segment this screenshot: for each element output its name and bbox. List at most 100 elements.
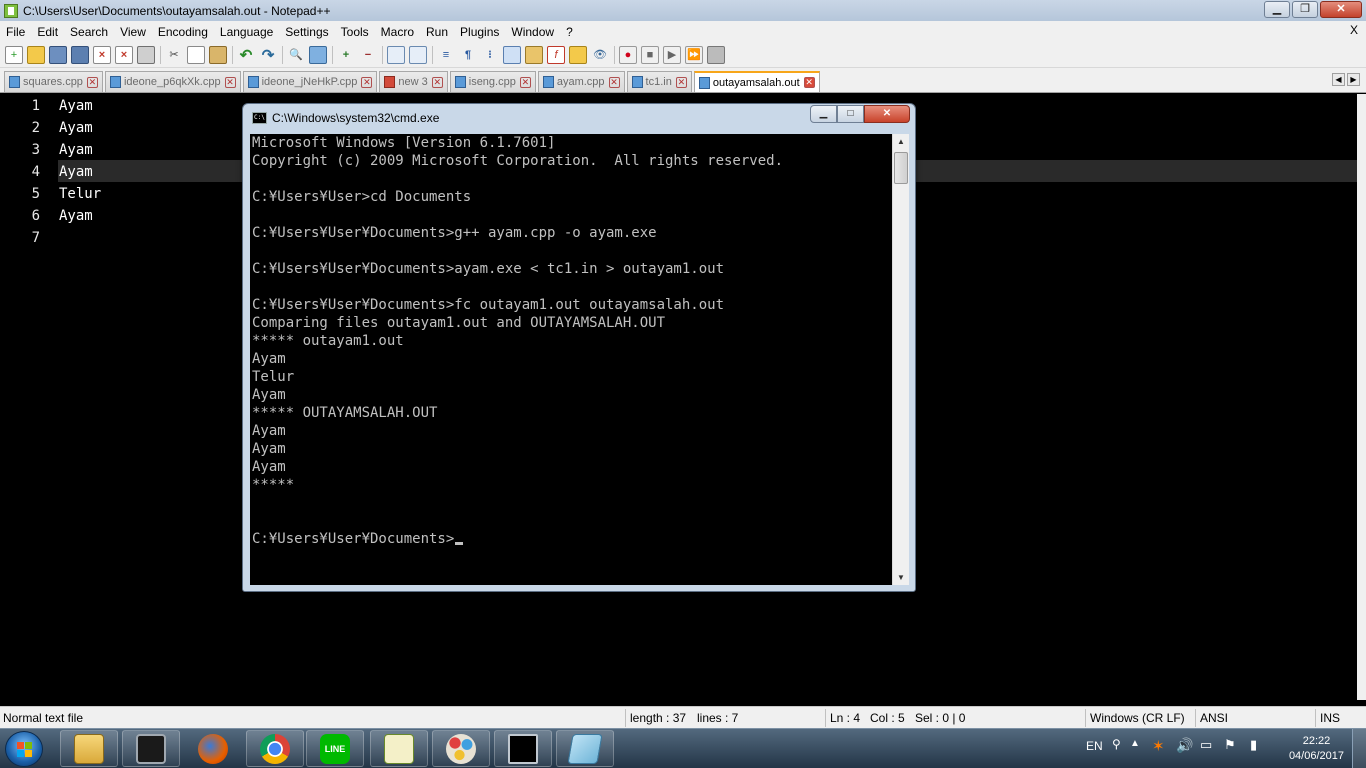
udl-icon[interactable] [503, 45, 521, 64]
menu-search[interactable]: Search [64, 25, 114, 39]
zoom-in-icon[interactable]: + [337, 46, 355, 64]
notepadpp-titlebar[interactable]: C:\Users\User\Documents\outayamsalah.out… [0, 0, 1366, 21]
tab-scroll-left-icon[interactable]: ◀ [1332, 73, 1345, 86]
editor-scrollbar[interactable] [1357, 94, 1366, 700]
scroll-up-icon[interactable]: ▲ [893, 134, 909, 149]
menu-view[interactable]: View [114, 25, 152, 39]
taskbar: LINE EN ⚲ ▲ ✶ 🔊 ▭ ⚑ ▮ 22:22 04/06/2017 [0, 728, 1366, 768]
menu-plugins[interactable]: Plugins [454, 25, 505, 39]
network-icon[interactable]: ▭ [1200, 737, 1212, 753]
menu-file[interactable]: File [0, 25, 31, 39]
menu-help[interactable]: ? [560, 25, 579, 39]
taskbar-chrome[interactable] [246, 730, 304, 767]
language-indicator[interactable]: EN [1086, 739, 1103, 753]
save-macro-icon[interactable] [707, 45, 725, 64]
volume-icon[interactable]: 🔊 [1176, 737, 1193, 754]
tab-scroll-right-icon[interactable]: ▶ [1347, 73, 1360, 86]
find-icon[interactable]: 🔍 [287, 46, 305, 64]
redo-icon[interactable]: ↷ [259, 46, 277, 64]
tab-ideone-jnehkp[interactable]: ideone_jNeHkP.cpp ✕ [242, 71, 378, 92]
monitor-icon[interactable]: 👁 [591, 46, 609, 64]
tab-close-icon[interactable]: ✕ [361, 76, 373, 88]
close-icon[interactable]: × [93, 45, 111, 64]
cmd-window[interactable]: C:\ C:\Windows\system32\cmd.exe ▁ □ ✕ Mi… [242, 103, 916, 592]
sync-v-icon[interactable] [387, 45, 405, 64]
menu-run[interactable]: Run [420, 25, 454, 39]
taskbar-app[interactable] [556, 730, 614, 767]
print-icon[interactable] [137, 45, 155, 64]
menu-macro[interactable]: Macro [375, 25, 420, 39]
folder-workspace-icon[interactable] [569, 45, 587, 64]
copy-icon[interactable] [187, 45, 205, 64]
tab-iseng-cpp[interactable]: iseng.cpp ✕ [449, 71, 536, 92]
menu-settings[interactable]: Settings [279, 25, 334, 39]
cmd-console[interactable]: Microsoft Windows [Version 6.1.7601] Cop… [250, 134, 892, 585]
close-button[interactable]: ✕ [1320, 1, 1362, 18]
taskbar-firefox[interactable] [184, 730, 242, 767]
pen-input-icon[interactable]: ⚲ [1112, 737, 1121, 751]
new-file-icon[interactable]: + [5, 45, 23, 64]
stop-macro-icon[interactable]: ■ [641, 45, 659, 64]
cmd-titlebar[interactable]: C:\ C:\Windows\system32\cmd.exe ▁ □ ✕ [243, 104, 915, 131]
action-center-icon[interactable]: ⚑ [1224, 737, 1236, 753]
undo-icon[interactable]: ↶ [237, 46, 255, 64]
menu-language[interactable]: Language [214, 25, 279, 39]
wrap-icon[interactable]: ≡ [437, 46, 455, 64]
menu-encoding[interactable]: Encoding [152, 25, 214, 39]
cmd-minimize-button[interactable]: ▁ [810, 105, 837, 123]
taskbar-line[interactable]: LINE [306, 730, 364, 767]
open-file-icon[interactable] [27, 45, 45, 64]
cmd-maximize-button[interactable]: □ [837, 105, 864, 123]
tab-close-icon[interactable]: ✕ [608, 76, 620, 88]
tab-close-icon[interactable]: ✕ [224, 76, 236, 88]
tab-ayam-cpp[interactable]: ayam.cpp ✕ [537, 71, 625, 92]
zoom-out-icon[interactable]: − [359, 46, 377, 64]
menu-window[interactable]: Window [505, 25, 560, 39]
doc-map-icon[interactable] [525, 45, 543, 64]
tab-squares-cpp[interactable]: squares.cpp ✕ [4, 71, 103, 92]
notepadpp-icon [384, 733, 414, 764]
show-hidden-icons-icon[interactable]: ▲ [1130, 738, 1140, 749]
tab-close-icon[interactable]: ✕ [675, 76, 687, 88]
tab-close-icon[interactable]: ✕ [519, 76, 531, 88]
record-macro-icon[interactable]: ● [619, 45, 637, 64]
scrollbar-thumb[interactable] [894, 152, 908, 184]
minimize-button[interactable]: ▁ [1264, 1, 1290, 18]
save-icon[interactable] [49, 45, 67, 64]
tab-ideone-p6qkxk[interactable]: ideone_p6qkXk.cpp ✕ [104, 71, 241, 92]
menu-tools[interactable]: Tools [335, 25, 375, 39]
power-icon[interactable]: ▮ [1250, 737, 1257, 753]
tab-close-icon[interactable]: ✕ [803, 77, 815, 88]
indent-guide-icon[interactable]: ⁝ [481, 46, 499, 64]
show-desktop-button[interactable] [1352, 729, 1366, 768]
tab-new-3[interactable]: new 3 ✕ [379, 71, 448, 92]
start-button[interactable] [5, 731, 43, 767]
taskbar-cmd[interactable] [494, 730, 552, 767]
cmd-scrollbar[interactable]: ▲ ▼ [892, 134, 909, 585]
tab-close-icon[interactable]: ✕ [431, 76, 443, 88]
all-chars-icon[interactable]: ¶ [459, 46, 477, 64]
taskbar-notepadpp[interactable] [370, 730, 428, 767]
taskbar-paint[interactable] [432, 730, 490, 767]
tab-tc1-in[interactable]: tc1.in ✕ [626, 71, 692, 92]
menu-edit[interactable]: Edit [31, 25, 64, 39]
sync-h-icon[interactable] [409, 45, 427, 64]
paste-icon[interactable] [209, 45, 227, 64]
scroll-down-icon[interactable]: ▼ [893, 570, 909, 585]
taskbar-task-manager[interactable] [122, 730, 180, 767]
replace-icon[interactable] [309, 45, 327, 64]
cmd-close-button[interactable]: ✕ [864, 105, 910, 123]
function-list-icon[interactable]: f [547, 45, 565, 64]
taskbar-file-explorer[interactable] [60, 730, 118, 767]
tab-outayamsalah-out[interactable]: outayamsalah.out ✕ [693, 71, 820, 92]
maximize-button[interactable]: ❐ [1292, 1, 1318, 18]
play-macro-icon[interactable]: ▶ [663, 45, 681, 64]
tab-close-icon[interactable]: ✕ [86, 76, 98, 88]
clock[interactable]: 22:22 04/06/2017 [1289, 734, 1344, 764]
close-document-button[interactable]: X [1350, 23, 1358, 37]
run-macro-multiple-icon[interactable]: ⏩ [685, 45, 703, 64]
close-all-icon[interactable]: × [115, 45, 133, 64]
avast-icon[interactable]: ✶ [1152, 737, 1165, 755]
save-all-icon[interactable] [71, 45, 89, 64]
cut-icon[interactable]: ✂ [165, 46, 183, 64]
